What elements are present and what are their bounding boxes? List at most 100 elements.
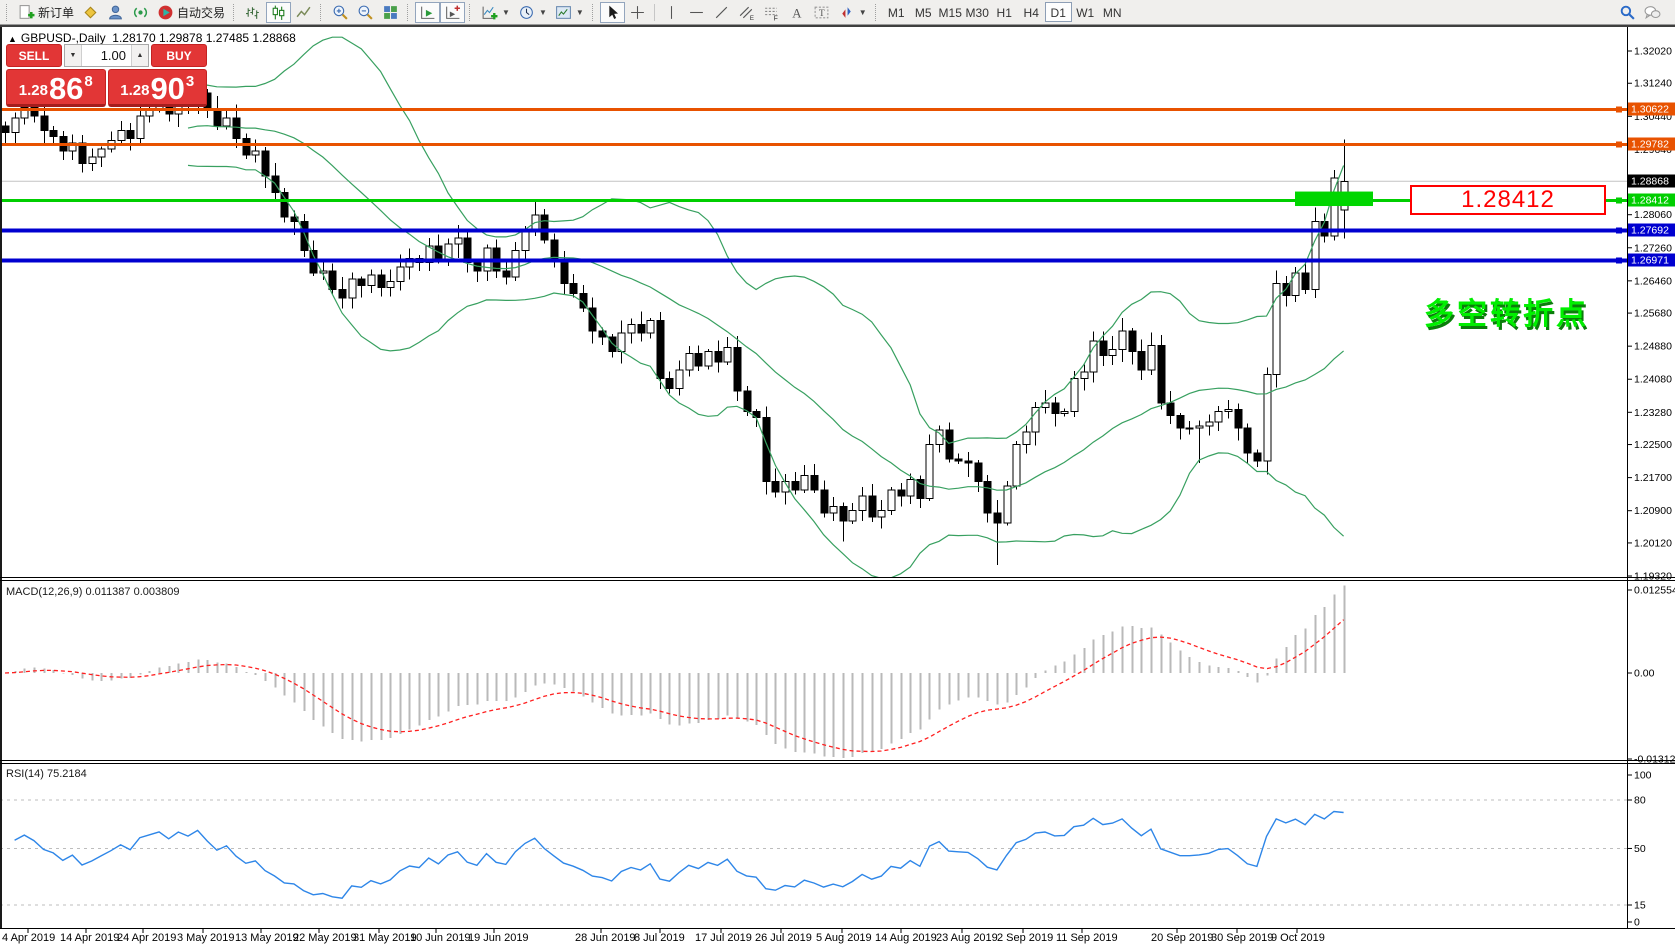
svg-text:1.24080: 1.24080	[1634, 374, 1672, 386]
volume-control: ▼ ▲	[64, 44, 149, 67]
svg-text:80: 80	[1634, 795, 1646, 807]
horizontal-line-button[interactable]	[684, 2, 709, 23]
channel-icon: E	[739, 6, 754, 21]
buy-price-button[interactable]: 1.28 90 3	[107, 69, 207, 107]
zoom-in-icon	[333, 5, 348, 20]
arrows-button[interactable]: ▼	[834, 2, 871, 23]
main-toolbar: 新订单 自动交易 ▼ ▼ ▼ E F A T ▼ M1 M5 M15 M30 H…	[0, 0, 1675, 25]
timeframe-h1-button[interactable]: H1	[991, 2, 1018, 22]
one-click-trading-panel: SELL ▼ ▲ BUY 1.28 86 8 1.28 90 3	[6, 44, 207, 107]
chat-button[interactable]	[1640, 2, 1665, 23]
svg-text:0.012554: 0.012554	[1634, 585, 1675, 597]
sell-button[interactable]: SELL	[6, 44, 62, 67]
auto-scroll-button[interactable]	[415, 1, 441, 23]
svg-text:1.21700: 1.21700	[1634, 472, 1672, 484]
chart-shift-button[interactable]	[440, 1, 466, 23]
periods-button[interactable]: ▼	[514, 2, 551, 23]
arrows-dropdown-arrow[interactable]: ▼	[859, 8, 867, 17]
svg-text:3 May 2019: 3 May 2019	[177, 932, 234, 944]
price-callout-box[interactable]: 1.28412	[1410, 185, 1606, 215]
collapse-panel-icon[interactable]: ▲	[8, 34, 17, 44]
cursor-button[interactable]	[599, 1, 625, 23]
timeframe-w1-button[interactable]: W1	[1072, 2, 1099, 22]
svg-text:1.32020: 1.32020	[1634, 46, 1672, 58]
buy-button[interactable]: BUY	[151, 44, 207, 67]
templates-dropdown-arrow[interactable]: ▼	[576, 8, 584, 17]
chat-icon	[1644, 5, 1661, 19]
svg-text:1.20900: 1.20900	[1634, 505, 1672, 517]
indicators-dropdown-arrow[interactable]: ▼	[502, 8, 510, 17]
trendline-button[interactable]	[709, 2, 734, 23]
search-button[interactable]	[1615, 2, 1640, 23]
vertical-line-icon	[670, 5, 672, 19]
svg-text:1.31240: 1.31240	[1634, 78, 1672, 90]
periods-dropdown-arrow[interactable]: ▼	[539, 8, 547, 17]
text-button[interactable]: A	[784, 2, 809, 23]
mt4-window: { "toolbar": { "new_order_label": "新订单",…	[0, 0, 1675, 946]
macd-indicator-label: MACD(12,26,9) 0.011387 0.003809	[6, 586, 180, 598]
volume-down-button[interactable]: ▼	[65, 45, 82, 66]
volume-up-button[interactable]: ▲	[131, 45, 148, 66]
text-label-icon: T	[814, 6, 829, 19]
svg-text:1.25680: 1.25680	[1634, 308, 1672, 320]
timeframe-m5-button[interactable]: M5	[910, 2, 937, 22]
svg-text:1.23280: 1.23280	[1634, 407, 1672, 419]
indicators-button[interactable]: ▼	[477, 2, 514, 23]
svg-text:T: T	[819, 8, 825, 19]
signals-button[interactable]	[128, 2, 153, 23]
sell-price-button[interactable]: 1.28 86 8	[6, 69, 106, 107]
line-chart-button[interactable]	[291, 2, 316, 23]
toolbar-grip	[591, 3, 596, 21]
text-label-button[interactable]: T	[809, 2, 834, 23]
zoom-out-icon	[358, 5, 373, 20]
equidistant-channel-button[interactable]: E	[734, 2, 759, 23]
timeframe-mn-button[interactable]: MN	[1099, 2, 1126, 22]
svg-text:100: 100	[1634, 770, 1652, 782]
toolbar-grip	[233, 3, 237, 21]
svg-text:1.26971: 1.26971	[1631, 255, 1669, 267]
vertical-line-button[interactable]	[659, 2, 684, 23]
candlestick-button[interactable]	[266, 1, 292, 23]
fibonacci-button[interactable]: F	[759, 2, 784, 23]
cursor-icon	[609, 5, 618, 19]
svg-text:1.29782: 1.29782	[1631, 139, 1669, 151]
svg-text:24 Apr 2019: 24 Apr 2019	[117, 932, 176, 944]
timeframe-m30-button[interactable]: M30	[964, 2, 991, 22]
zoom-in-button[interactable]	[328, 2, 353, 23]
svg-text:1.26460: 1.26460	[1634, 275, 1672, 287]
crosshair-button[interactable]	[625, 2, 650, 23]
timeframe-m15-button[interactable]: M15	[937, 2, 964, 22]
horizontal-line-icon	[689, 11, 703, 13]
volume-input[interactable]	[82, 45, 131, 66]
market-watch-button[interactable]	[103, 2, 128, 23]
search-icon	[1620, 5, 1635, 20]
svg-text:1.22500: 1.22500	[1634, 439, 1672, 451]
chart-canvas[interactable]: 1.320201.312401.304401.296401.280601.272…	[0, 0, 1675, 946]
tile-windows-icon	[384, 5, 397, 19]
zoom-out-button[interactable]	[353, 2, 378, 23]
autotrading-button[interactable]: 自动交易	[153, 2, 229, 23]
bar-chart-button[interactable]	[241, 2, 266, 23]
new-order-button[interactable]: 新订单	[14, 2, 78, 23]
timeframe-d1-button[interactable]: D1	[1044, 2, 1072, 22]
buy-price-prefix: 1.28	[120, 82, 150, 99]
metaeditor-button[interactable]	[78, 2, 103, 23]
new-order-icon	[19, 4, 35, 19]
buy-price-pip: 3	[185, 73, 195, 90]
auto-scroll-icon	[421, 6, 435, 19]
annotation-text[interactable]: 多空转折点	[1424, 289, 1589, 333]
svg-text:23 Aug 2019: 23 Aug 2019	[936, 932, 998, 944]
svg-text:31 May 2019: 31 May 2019	[353, 932, 417, 944]
chart-shift-icon	[446, 5, 460, 19]
svg-text:1.24880: 1.24880	[1634, 341, 1672, 353]
tile-windows-button[interactable]	[378, 2, 403, 23]
svg-text:1.20120: 1.20120	[1634, 537, 1672, 549]
timeframe-m1-button[interactable]: M1	[883, 2, 910, 22]
templates-button[interactable]: ▼	[551, 2, 588, 23]
line-chart-icon	[296, 6, 311, 17]
svg-text:0.00: 0.00	[1634, 668, 1655, 680]
timeframe-h4-button[interactable]: H4	[1018, 2, 1045, 22]
svg-text:0: 0	[1634, 917, 1640, 929]
svg-text:4 Apr 2019: 4 Apr 2019	[2, 932, 55, 944]
svg-text:20 Sep 2019: 20 Sep 2019	[1151, 932, 1213, 944]
